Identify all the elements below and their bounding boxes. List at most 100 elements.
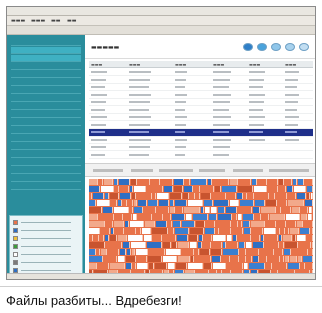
disk-cluster xyxy=(138,214,152,220)
menu-item[interactable]: ▬▬ xyxy=(67,18,76,24)
disk-cluster xyxy=(214,200,229,206)
disk-cluster xyxy=(203,242,211,248)
disk-cluster xyxy=(103,207,113,213)
disk-cluster xyxy=(137,263,148,269)
disk-cluster xyxy=(89,242,105,248)
sidebar-item[interactable] xyxy=(11,87,81,94)
table-cell xyxy=(91,123,106,126)
sidebar-item[interactable] xyxy=(11,167,81,174)
blue-disc-icon[interactable] xyxy=(257,43,267,51)
disk-cluster xyxy=(131,242,146,248)
sidebar-item[interactable] xyxy=(11,183,81,190)
table-row[interactable] xyxy=(89,69,313,76)
disk-cluster xyxy=(114,207,129,213)
disk-cluster xyxy=(270,214,285,220)
table-row[interactable] xyxy=(89,107,313,114)
disk-cluster xyxy=(89,228,100,234)
disk-cluster xyxy=(182,249,194,255)
disk-cluster xyxy=(290,228,299,234)
disk-cluster xyxy=(204,263,212,269)
menu-item[interactable]: ▬▬▬ xyxy=(11,18,25,24)
disk-cluster xyxy=(280,242,284,248)
table-row[interactable] xyxy=(89,114,313,121)
table-cell xyxy=(129,116,151,118)
disk-cluster xyxy=(209,214,217,220)
disk-cluster xyxy=(184,186,193,192)
sidebar-item[interactable] xyxy=(11,111,81,118)
status-bar xyxy=(7,273,315,279)
sidebar-item[interactable] xyxy=(11,151,81,158)
disk-cluster xyxy=(213,235,226,241)
sidebar-item[interactable] xyxy=(11,63,81,70)
disk-cluster xyxy=(115,228,124,234)
table-row[interactable] xyxy=(89,77,313,84)
table-row[interactable] xyxy=(89,92,313,99)
table-row[interactable] xyxy=(89,99,313,106)
legend-label xyxy=(21,254,71,255)
sidebar-item[interactable] xyxy=(11,71,81,78)
disk-cluster xyxy=(125,221,129,227)
disk-cluster xyxy=(119,179,130,185)
table-cell xyxy=(213,153,229,156)
table-row[interactable] xyxy=(89,152,313,159)
disk-cluster xyxy=(265,235,278,241)
column-header[interactable]: ▬▬▬ xyxy=(249,62,260,67)
blue-disc-icon[interactable] xyxy=(299,43,309,51)
disk-cluster xyxy=(126,256,136,262)
sidebar-item[interactable] xyxy=(11,103,81,110)
disk-cluster xyxy=(190,193,195,199)
table-cell xyxy=(213,93,231,96)
disk-cluster xyxy=(288,193,296,199)
blue-disc-icon[interactable] xyxy=(271,43,281,51)
legend-swatch xyxy=(13,244,18,249)
legend-swatch xyxy=(13,252,18,257)
disk-cluster xyxy=(279,186,286,192)
disk-cluster xyxy=(110,263,125,269)
disk-cluster xyxy=(118,235,127,241)
sidebar-item[interactable] xyxy=(11,119,81,126)
column-header[interactable]: ▬▬▬ xyxy=(285,62,296,67)
disk-cluster xyxy=(168,221,172,227)
table-row[interactable] xyxy=(89,137,313,144)
sidebar-item[interactable] xyxy=(11,79,81,86)
disk-cluster xyxy=(133,214,137,220)
disk-cluster xyxy=(89,207,102,213)
sidebar-item[interactable] xyxy=(11,47,81,54)
sidebar-item[interactable] xyxy=(11,55,81,62)
column-header[interactable]: ▬▬▬ xyxy=(91,62,102,67)
sidebar-item[interactable] xyxy=(11,95,81,102)
disk-cluster xyxy=(182,221,195,227)
sidebar-item[interactable] xyxy=(11,127,81,134)
analysis-progress-bar xyxy=(85,163,315,177)
blue-disc-icon[interactable] xyxy=(243,43,253,51)
disk-cluster xyxy=(281,256,284,262)
disk-cluster xyxy=(309,207,312,213)
sidebar-item[interactable] xyxy=(11,175,81,182)
sidebar-item[interactable] xyxy=(11,135,81,142)
disk-cluster xyxy=(211,249,222,255)
table-cell xyxy=(91,71,107,73)
table-row[interactable] xyxy=(89,144,313,151)
table-row[interactable] xyxy=(89,122,313,129)
disk-cluster xyxy=(183,193,189,199)
column-header[interactable]: ▬▬▬ xyxy=(175,62,186,67)
sidebar-item[interactable] xyxy=(11,143,81,150)
disk-cluster xyxy=(222,186,237,192)
disk-cluster xyxy=(170,207,175,213)
disk-cluster xyxy=(93,193,104,199)
blue-disc-icon[interactable] xyxy=(285,43,295,51)
table-cell xyxy=(175,78,186,81)
disk-cluster xyxy=(266,263,272,269)
disk-cluster xyxy=(148,200,158,206)
menu-item[interactable]: ▬▬▬ xyxy=(31,18,45,24)
disk-cluster xyxy=(101,186,114,192)
table-cell xyxy=(213,123,230,126)
menu-item[interactable]: ▬▬ xyxy=(51,18,60,24)
sidebar-item[interactable] xyxy=(11,159,81,166)
column-header[interactable]: ▬▬▬ xyxy=(213,62,224,67)
disk-cluster xyxy=(204,235,212,241)
sidebar-item[interactable] xyxy=(11,39,81,46)
column-header[interactable]: ▬▬▬ xyxy=(129,62,140,67)
table-row[interactable] xyxy=(89,84,313,91)
disk-cluster xyxy=(144,207,156,213)
